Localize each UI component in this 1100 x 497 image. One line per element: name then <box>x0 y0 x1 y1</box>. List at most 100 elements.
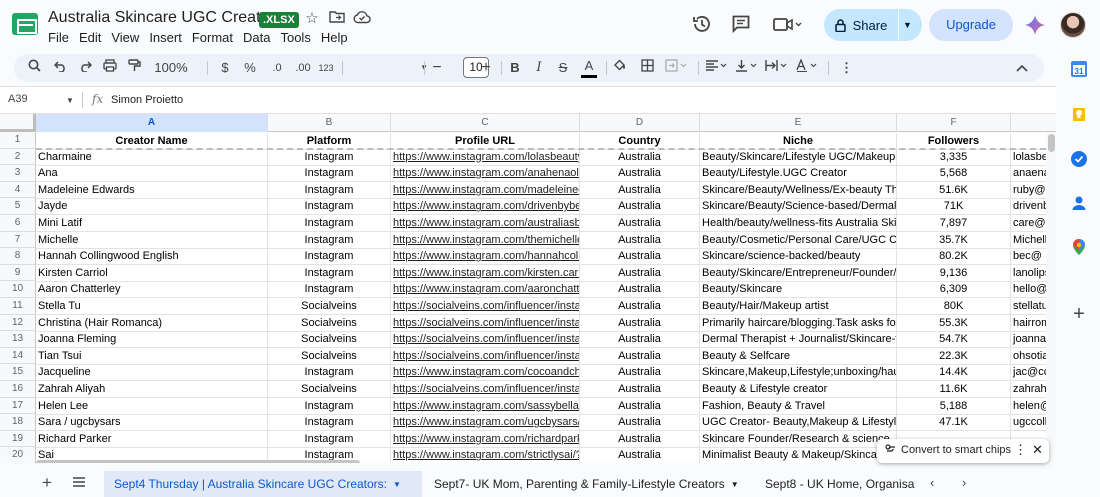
cell-niche[interactable]: Skincare,Makeup,Lifestyle;unboxing/hauls <box>700 364 897 382</box>
cell-creator-name[interactable]: Charmaine <box>36 148 268 166</box>
zoom-select[interactable]: 100% ▼ <box>150 58 192 94</box>
cell-creator-name[interactable]: Christina (Hair Romanca) <box>36 314 268 332</box>
decrease-decimal-button[interactable]: .0 <box>267 58 287 78</box>
cell-profile-url[interactable]: https://www.instagram.com/aaronchatterle… <box>391 281 580 299</box>
select-all-corner[interactable] <box>0 114 36 132</box>
row-header[interactable]: 13 <box>0 331 36 348</box>
cell-platform[interactable]: Instagram <box>268 397 391 415</box>
sheet-tab-dropdown-icon[interactable]: ▼ <box>393 480 401 489</box>
cell-followers[interactable]: 71K <box>897 198 1011 216</box>
decrease-font-size-button[interactable]: − <box>431 58 443 78</box>
frozen-row-divider[interactable] <box>36 148 1056 150</box>
menu-data[interactable]: Data <box>243 30 270 45</box>
cell-niche[interactable]: Beauty/Lifestyle.UGC Creator <box>700 165 897 183</box>
share-button[interactable]: Share ▼ <box>824 9 922 41</box>
row-header[interactable]: 9 <box>0 264 36 282</box>
sheet-tab[interactable]: Sept7- UK Mom, Parenting & Family-Lifest… <box>424 471 754 497</box>
add-sheet-icon[interactable]: + <box>42 473 52 493</box>
row-header[interactable]: 14 <box>0 347 36 365</box>
cell-creator-name[interactable]: Richard Parker <box>36 430 268 448</box>
merge-cells-icon[interactable] <box>664 58 690 78</box>
cell-niche[interactable]: Beauty & Lifestyle creator <box>700 381 897 398</box>
cell-creator-name[interactable]: Mini Latif <box>36 215 268 232</box>
share-main[interactable]: Share <box>824 9 898 41</box>
cell-profile-url[interactable]: https://www.instagram.com/themichellee <box>391 231 580 249</box>
column-header-e[interactable]: E <box>700 114 897 132</box>
popup-more-icon[interactable]: ⋮ <box>1014 442 1027 458</box>
cell-creator-name[interactable]: Tian Tsui <box>36 347 268 365</box>
cell-followers[interactable]: 22.3K <box>897 347 1011 365</box>
sheet-tab-dropdown-icon[interactable]: ▼ <box>731 480 739 489</box>
cell-platform[interactable]: Instagram <box>268 198 391 216</box>
cell-profile-url[interactable]: https://www.instagram.com/ugcbysars/ <box>391 414 580 432</box>
meet-icon[interactable] <box>772 14 802 36</box>
cell-niche[interactable]: Primarily haircare/blogging.Task asks fo… <box>700 314 897 332</box>
menu-insert[interactable]: Insert <box>149 30 182 45</box>
cell-niche[interactable]: Beauty/Skincare/Entrepreneur/Founder/Cre… <box>700 264 897 282</box>
menu-tools[interactable]: Tools <box>280 30 310 45</box>
currency-format-button[interactable]: $ <box>218 58 232 78</box>
row-header[interactable]: 4 <box>0 181 36 199</box>
share-dropdown-icon[interactable]: ▼ <box>903 9 912 41</box>
cell-creator-name[interactable]: Stella Tu <box>36 298 268 315</box>
cell-platform[interactable]: Instagram <box>268 364 391 382</box>
cell-niche[interactable]: Beauty/Cosmetic/Personal Care/UGC Creato… <box>700 231 897 249</box>
bold-button[interactable]: B <box>508 58 522 78</box>
cell-country[interactable]: Australia <box>580 215 700 232</box>
cell-platform[interactable]: Instagram <box>268 264 391 282</box>
tasks-icon[interactable] <box>1070 150 1088 168</box>
cell-platform[interactable]: Socialveins <box>268 331 391 349</box>
menu-edit[interactable]: Edit <box>79 30 101 45</box>
cell-followers[interactable]: 5,188 <box>897 397 1011 415</box>
row-header[interactable]: 8 <box>0 248 36 265</box>
comments-icon[interactable] <box>730 14 752 36</box>
all-sheets-icon[interactable] <box>72 475 86 492</box>
cell-creator-name[interactable]: Kirsten Carriol <box>36 264 268 282</box>
cell-niche[interactable]: Skincare/Beauty/Science-based/Dermal Cli… <box>700 198 897 216</box>
cell-creator-name[interactable]: Jayde <box>36 198 268 216</box>
cell-niche[interactable]: Health/beauty/wellness-fits Australia Sk… <box>700 215 897 232</box>
cell-country[interactable]: Australia <box>580 381 700 398</box>
font-family-select[interactable]: ▼ <box>348 58 428 78</box>
gemini-icon[interactable] <box>1024 14 1046 36</box>
borders-icon[interactable] <box>639 58 655 78</box>
cell-followers[interactable]: 3,335 <box>897 148 1011 166</box>
menu-file[interactable]: File <box>48 30 69 45</box>
more-options-icon[interactable]: ⋮ <box>840 58 853 78</box>
cell-followers[interactable]: 35.7K <box>897 231 1011 249</box>
vertical-scrollbar-track[interactable] <box>1046 132 1056 463</box>
star-icon[interactable]: ☆ <box>303 10 321 28</box>
redo-icon[interactable] <box>77 58 93 78</box>
cell-creator-name[interactable]: Aaron Chatterley <box>36 281 268 299</box>
search-menus-icon[interactable] <box>26 58 42 78</box>
row-header[interactable]: 11 <box>0 298 36 315</box>
cell-country[interactable]: Australia <box>580 347 700 365</box>
cell-followers[interactable]: 47.1K <box>897 414 1011 432</box>
cell-followers[interactable]: 11.6K <box>897 381 1011 398</box>
cell-country[interactable]: Australia <box>580 447 700 463</box>
row-header[interactable]: 3 <box>0 165 36 182</box>
cell-country[interactable]: Australia <box>580 231 700 249</box>
italic-button[interactable]: I <box>532 58 546 78</box>
cell-profile-url[interactable]: https://www.instagram.com/drivenbybeauty <box>391 198 580 216</box>
cell-country[interactable]: Australia <box>580 298 700 315</box>
text-color-button[interactable]: A <box>581 58 597 78</box>
cell-profile-url[interactable]: https://www.instagram.com/madeleineedwar… <box>391 181 580 199</box>
cell-country[interactable]: Australia <box>580 414 700 432</box>
row-header[interactable]: 1 <box>0 132 36 149</box>
cell-platform[interactable]: Socialveins <box>268 298 391 315</box>
cell-country[interactable]: Australia <box>580 430 700 448</box>
row-header[interactable]: 20 <box>0 447 36 463</box>
cell-followers[interactable]: 5,568 <box>897 165 1011 183</box>
formula-input[interactable]: Simon Proietto <box>111 94 183 106</box>
row-header[interactable]: 7 <box>0 231 36 249</box>
cell-niche[interactable]: Skincare Founder/Research & science <box>700 430 897 448</box>
cell-platform[interactable]: Instagram <box>268 281 391 299</box>
cell-creator-name[interactable]: Sara / ugcbysars <box>36 414 268 432</box>
cell-creator-name[interactable]: Hannah Collingwood English <box>36 248 268 266</box>
sheet-tab[interactable]: Sept8 - UK Home, Organisa <box>755 471 917 497</box>
row-header[interactable]: 19 <box>0 430 36 448</box>
cell-profile-url[interactable]: https://www.instagram.com/richardparker <box>391 430 580 448</box>
increase-font-size-button[interactable]: + <box>479 58 493 78</box>
text-rotation-icon[interactable] <box>794 58 820 78</box>
